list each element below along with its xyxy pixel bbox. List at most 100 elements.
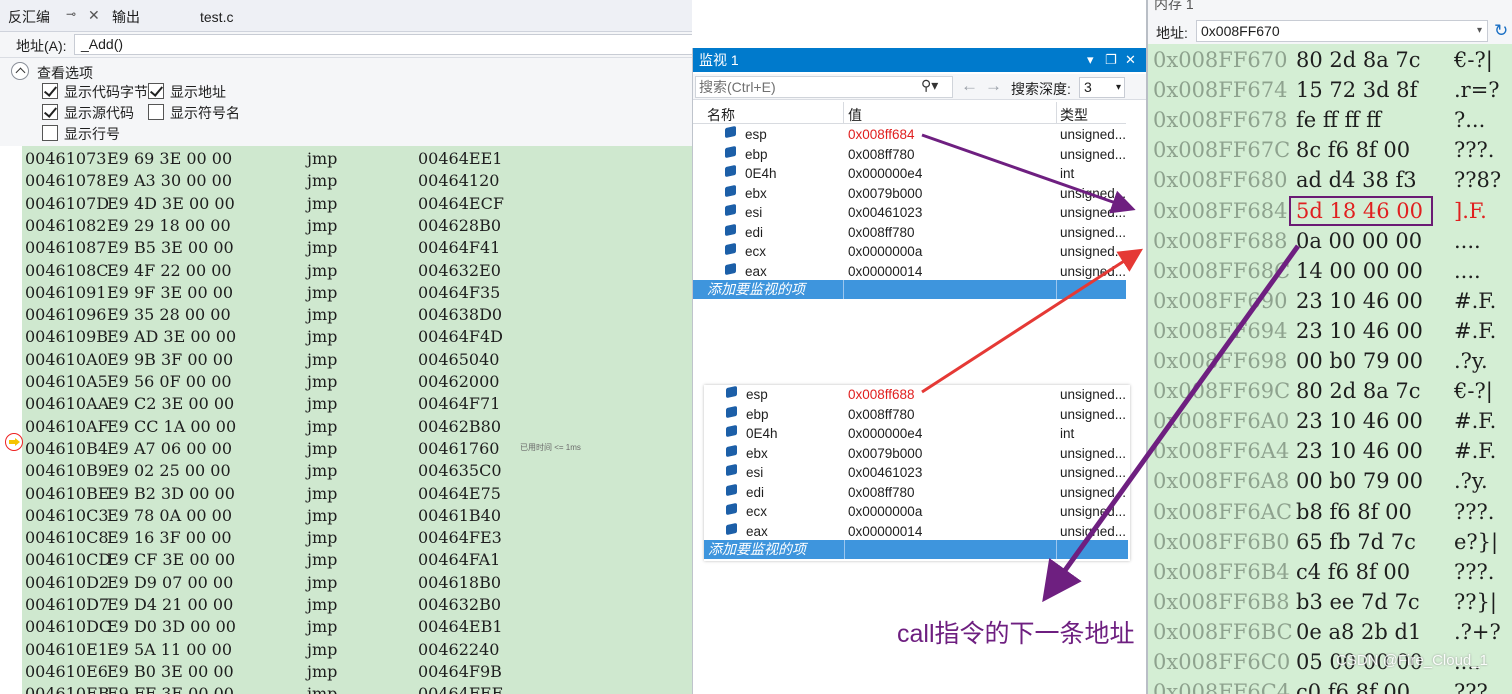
memory-row[interactable]: 0x008FF6A0 23 10 46 00 #.F.	[1148, 407, 1512, 437]
watch-search-input[interactable]: 搜索(Ctrl+E)	[695, 76, 953, 98]
disassembly-row[interactable]: 004610A5 E9 56 0F 00 00 jmp 00462000	[0, 371, 692, 393]
memory-row[interactable]: 0x008FF69C 80 2d 8a 7c €-?|	[1148, 377, 1512, 407]
add-watch-item-snapshot[interactable]: 添加要监视的项	[704, 540, 1128, 559]
watch-row[interactable]: ebp 0x008ff780 unsigned...	[704, 405, 1134, 426]
watch-row[interactable]: edi 0x008ff780 unsigned...	[693, 223, 1126, 244]
chevron-down-icon[interactable]: ▾	[1477, 21, 1482, 41]
maximize-icon[interactable]: ❐	[1105, 48, 1117, 72]
column-type[interactable]: 类型	[1060, 105, 1088, 125]
search-icon[interactable]: ⚲▾	[921, 77, 938, 94]
tab-test-c[interactable]: test.c	[200, 6, 233, 28]
disassembly-row[interactable]: 00461087 E9 B5 3E 00 00 jmp 00464F41	[0, 237, 692, 259]
checkbox-show-source[interactable]	[42, 104, 58, 120]
disassembly-row[interactable]: 004610EB E9 FF 3E 00 00 jmp 00464FEF	[0, 683, 692, 694]
watch-row[interactable]: 0E4h 0x000000e4 int	[693, 164, 1123, 185]
watch-name: 0E4h	[745, 166, 777, 181]
pin-icon[interactable]: ⊸	[66, 7, 76, 21]
close-icon[interactable]: ✕	[1125, 48, 1136, 72]
instruction-target: 00464FA1	[418, 550, 501, 570]
back-arrow-icon[interactable]: ←	[961, 76, 978, 96]
instruction-address: 0046108C	[25, 260, 109, 280]
watch-row[interactable]: ecx 0x0000000a unsigned...	[693, 242, 1126, 263]
disassembly-row[interactable]: 004610B9 E9 02 25 00 00 jmp 004635C0	[0, 460, 692, 482]
memory-row[interactable]: 0x008FF6B0 65 fb 7d 7c e?}|	[1148, 528, 1512, 558]
disassembly-row[interactable]: 004610B4 E9 A7 06 00 00 jmp 00461760	[0, 438, 692, 460]
disassembly-row[interactable]: 004610CD E9 CF 3E 00 00 jmp 00464FA1	[0, 549, 692, 571]
disassembly-row[interactable]: 004610BE E9 B2 3D 00 00 jmp 00464E75	[0, 483, 692, 505]
disassembly-row[interactable]: 00461082 E9 29 18 00 00 jmp 004628B0	[0, 215, 692, 237]
memory-row[interactable]: 0x008FF6B4 c4 f6 8f 00???.	[1148, 558, 1512, 588]
instruction-address: 004610D2	[25, 572, 110, 592]
instruction-bytes: E9 D9 07 00 00	[107, 572, 234, 592]
variable-icon	[725, 164, 736, 178]
memory-row[interactable]: 0x008FF68C 14 00 00 00....	[1148, 257, 1512, 287]
memory-row[interactable]: 0x008FF674 15 72 3d 8f .r=?	[1148, 76, 1512, 106]
column-value[interactable]: 值	[848, 105, 862, 125]
disassembly-row[interactable]: 00461091 E9 9F 3E 00 00 jmp 00464F35	[0, 282, 692, 304]
checkbox-show-code-bytes[interactable]	[42, 83, 58, 99]
checkbox-show-line-numbers[interactable]	[42, 125, 58, 141]
close-icon[interactable]: ✕	[88, 7, 100, 24]
refresh-icon[interactable]: ↻	[1494, 21, 1508, 41]
watch-name: edi	[745, 224, 764, 240]
disassembly-row[interactable]: 0046109B E9 AD 3E 00 00 jmp 00464F4D	[0, 326, 692, 348]
disassembly-row[interactable]: 004610AA E9 C2 3E 00 00 jmp 00464F71	[0, 393, 692, 415]
watch-row[interactable]: 0E4h 0x000000e4 int	[704, 424, 1134, 445]
collapse-options-icon[interactable]	[11, 62, 29, 80]
disassembly-row[interactable]: 004610E6 E9 B0 3E 00 00 jmp 00464F9B	[0, 661, 692, 683]
memory-row[interactable]: 0x008FF6B8 b3 ee 7d 7c ??}|	[1148, 588, 1512, 618]
disassembly-row[interactable]: 004610C8 E9 16 3F 00 00 jmp 00464FE3	[0, 527, 692, 549]
memory-row[interactable]: 0x008FF67C 8c f6 8f 00???.	[1148, 136, 1512, 166]
disassembly-row[interactable]: 004610C3 E9 78 0A 00 00 jmp 00461B40	[0, 505, 692, 527]
disassembly-row[interactable]: 00461073 E9 69 3E 00 00 jmp 00464EE1	[0, 148, 692, 170]
watch-type: unsigned...	[1060, 263, 1127, 279]
memory-row[interactable]: 0x008FF6AC b8 f6 8f 00???.	[1148, 498, 1512, 528]
disassembly-row[interactable]: 004610D7 E9 D4 21 00 00 jmp 004632B0	[0, 594, 692, 616]
watch-row[interactable]: ecx 0x0000000a unsigned...	[704, 502, 1134, 523]
add-watch-item[interactable]: 添加要监视的项	[693, 280, 1126, 299]
disassembly-row[interactable]: 004610D2 E9 D9 07 00 00 jmp 004618B0	[0, 572, 692, 594]
dropdown-icon[interactable]: ▾	[1087, 48, 1094, 72]
checkbox-show-symbols[interactable]	[148, 104, 164, 120]
instruction-bytes: E9 CC 1A 00 00	[107, 416, 237, 436]
watch-row[interactable]: esp 0x008ff688 unsigned...	[704, 385, 1134, 406]
tab-output[interactable]: 输出	[112, 6, 140, 28]
search-depth-select[interactable]: 3 ▾	[1079, 77, 1125, 98]
forward-arrow-icon[interactable]: →	[985, 76, 1002, 96]
memory-row[interactable]: 0x008FF6BC 0e a8 2b d1 .?+?	[1148, 618, 1512, 648]
address-input[interactable]: _Add()	[74, 34, 692, 55]
memory-row[interactable]: 0x008FF688 0a 00 00 00....	[1148, 227, 1512, 257]
memory-row[interactable]: 0x008FF694 23 10 46 00 #.F.	[1148, 317, 1512, 347]
column-name[interactable]: 名称	[707, 105, 735, 125]
disassembly-row[interactable]: 00461078 E9 A3 30 00 00 jmp 00464120	[0, 170, 692, 192]
memory-bytes: 8c f6 8f 00	[1296, 138, 1411, 163]
memory-row[interactable]: 0x008FF690 23 10 46 00 #.F.	[1148, 287, 1512, 317]
watch-row[interactable]: esi 0x00461023 unsigned...	[693, 203, 1126, 224]
disassembly-row[interactable]: 0046107D E9 4D 3E 00 00 jmp 00464ECF	[0, 193, 692, 215]
memory-address-input[interactable]: 0x008FF670 ▾	[1196, 20, 1488, 42]
memory-row[interactable]: 0x008FF678 fe ff ff ff?...	[1148, 106, 1512, 136]
watch-row[interactable]: esi 0x00461023 unsigned...	[704, 463, 1134, 484]
memory-row[interactable]: 0x008FF6A8 00 b0 79 00 .?y.	[1148, 467, 1512, 497]
memory-row[interactable]: 0x008FF6A4 23 10 46 00 #.F.	[1148, 437, 1512, 467]
memory-row[interactable]: 0x008FF680 ad d4 38 f3 ??8?	[1148, 166, 1512, 196]
disassembly-row[interactable]: 004610E1 E9 5A 11 00 00 jmp 00462240	[0, 639, 692, 661]
disassembly-row[interactable]: 004610DC E9 D0 3D 00 00 jmp 00464EB1	[0, 616, 692, 638]
memory-row[interactable]: 0x008FF698 00 b0 79 00 .?y.	[1148, 347, 1512, 377]
watch-row[interactable]: edi 0x008ff780 unsigned...	[704, 483, 1134, 504]
checkbox-show-address[interactable]	[148, 83, 164, 99]
disassembly-row[interactable]: 00461096 E9 35 28 00 00 jmp 004638D0	[0, 304, 692, 326]
watch-row[interactable]: esp 0x008ff684 unsigned...	[693, 125, 1126, 146]
watch-row[interactable]: ebx 0x0079b000 unsigned...	[704, 444, 1134, 465]
watch-value: 0x008ff688	[848, 387, 915, 402]
memory-chars: ??8?	[1454, 168, 1502, 193]
disassembly-row[interactable]: 0046108C E9 4F 22 00 00 jmp 004632E0	[0, 260, 692, 282]
watch-row[interactable]: ebp 0x008ff780 unsigned...	[693, 145, 1126, 166]
memory-row[interactable]: 0x008FF670 80 2d 8a 7c €-?|	[1148, 46, 1512, 76]
memory-row[interactable]: 0x008FF6C4 c0 f6 8f 00???.	[1148, 678, 1512, 694]
watch-row[interactable]: ebx 0x0079b000 unsigned...	[693, 184, 1126, 205]
disassembly-row[interactable]: 004610A0 E9 9B 3F 00 00 jmp 00465040	[0, 349, 692, 371]
instruction-bytes: E9 4D 3E 00 00	[107, 193, 235, 213]
disassembly-row[interactable]: 004610AF E9 CC 1A 00 00 jmp 00462B80	[0, 416, 692, 438]
annotation-caption: call指令的下一条地址	[897, 620, 1135, 648]
